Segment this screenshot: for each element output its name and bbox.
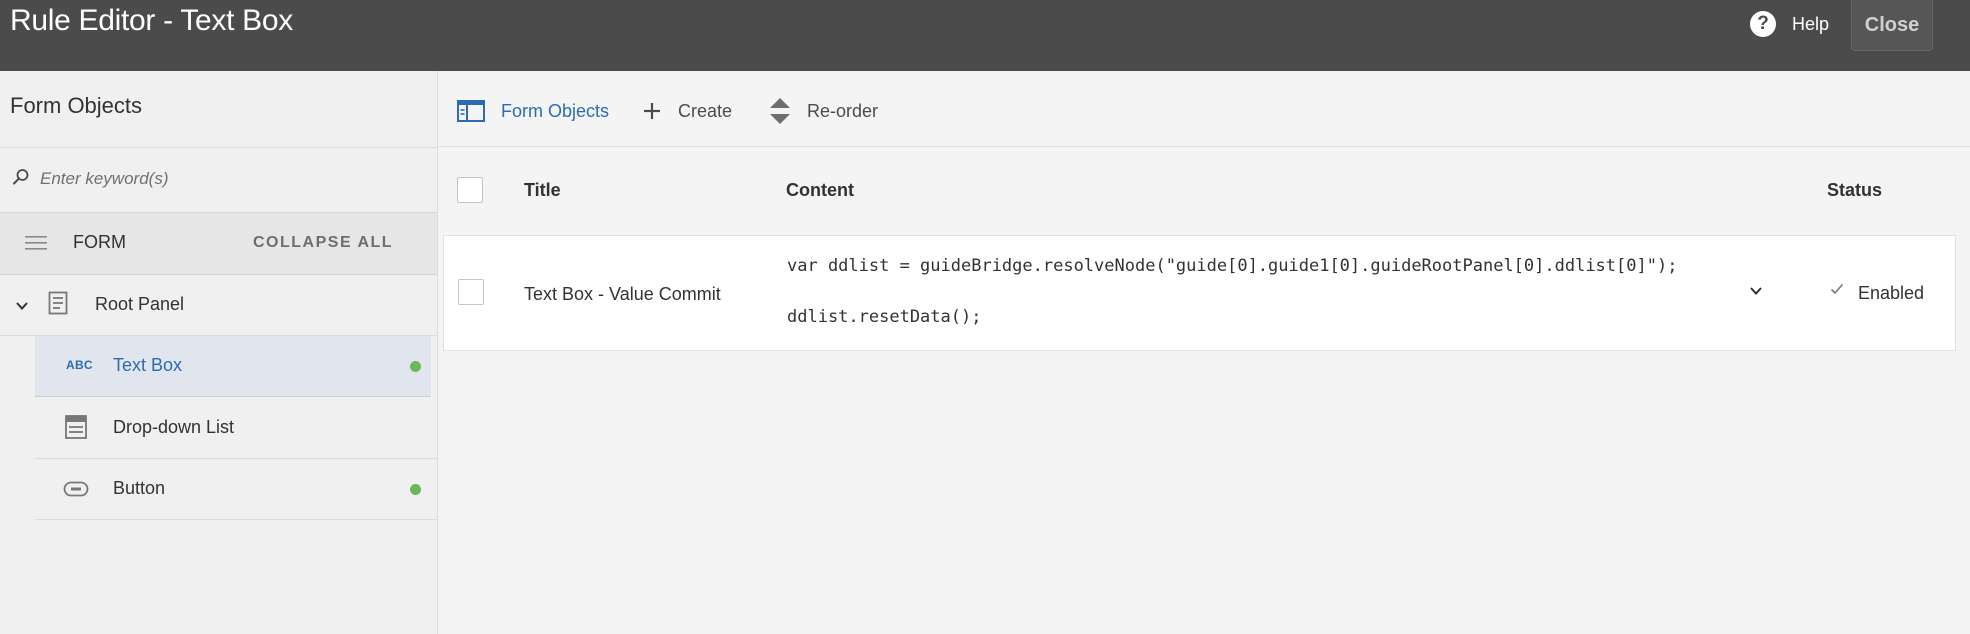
rules-table-header: Title Content Status [439,147,1970,232]
help-button[interactable]: ? Help [1750,10,1829,38]
rule-content-line: var ddlist = guideBridge.resolveNode("gu… [787,256,1678,276]
rule-content-line: ddlist.resetData(); [787,307,982,327]
create-label: Create [678,100,733,121]
tree-item-text-box[interactable]: ABC Text Box [35,336,431,397]
chevron-down-icon[interactable] [15,301,29,311]
tree-item-label: Button [113,478,166,498]
rule-indicator-dot [410,484,421,495]
checkmark-icon [1830,283,1844,295]
tree-item-root-panel[interactable]: Root Panel [0,275,437,336]
rule-checkbox[interactable] [458,279,484,305]
sidebar-toggle-icon [457,100,485,122]
button-icon [63,481,89,497]
sidebar-title: Form Objects [10,93,143,118]
search-box [0,148,437,212]
create-button[interactable]: Create [642,97,732,125]
tree-item-label: Text Box [113,355,183,375]
menu-icon [25,236,47,250]
form-label: FORM [73,232,126,252]
form-objects-label: Form Objects [501,100,610,121]
column-header-status: Status [1827,180,1883,200]
form-root-row[interactable]: FORM COLLAPSE ALL [0,212,437,275]
chevron-down-icon[interactable] [1749,286,1763,296]
tree-item-label: Drop-down List [113,417,235,437]
rule-toolbar: Form Objects Create Re-order [439,71,1970,147]
tree-item-button[interactable]: Button [35,459,437,520]
tree-item-label: Root Panel [95,294,185,314]
reorder-label: Re-order [807,100,879,121]
search-input[interactable] [40,164,420,194]
search-icon [13,169,29,185]
plus-icon [644,103,660,119]
reorder-button[interactable]: Re-order [769,97,878,125]
form-objects-sidebar: Form Objects FORM COLLAPSE ALL Root Pane… [0,71,438,634]
reorder-icon [770,98,790,124]
form-objects-toggle[interactable]: Form Objects [457,97,609,125]
rule-indicator-dot [410,361,421,372]
column-header-title: Title [524,180,561,200]
list-icon [65,415,87,439]
rule-title: Text Box - Value Commit [524,284,721,304]
help-label: Help [1792,13,1830,34]
column-header-content: Content [786,180,854,200]
panel-icon [48,291,68,315]
select-all-checkbox[interactable] [457,177,483,203]
tree-item-drop-down-list[interactable]: Drop-down List [35,398,437,459]
dialog-title: Rule Editor - Text Box [10,4,293,37]
collapse-all-button[interactable]: COLLAPSE ALL [253,234,393,252]
rule-row[interactable]: Text Box - Value Commit var ddlist = gui… [443,235,1956,351]
abc-icon: ABC [66,358,93,372]
rule-status: Enabled [1858,283,1925,303]
close-button[interactable]: Close [1851,0,1933,51]
app-header: Rule Editor - Text Box ? Help Close [0,0,1970,71]
help-icon: ? [1750,11,1776,37]
